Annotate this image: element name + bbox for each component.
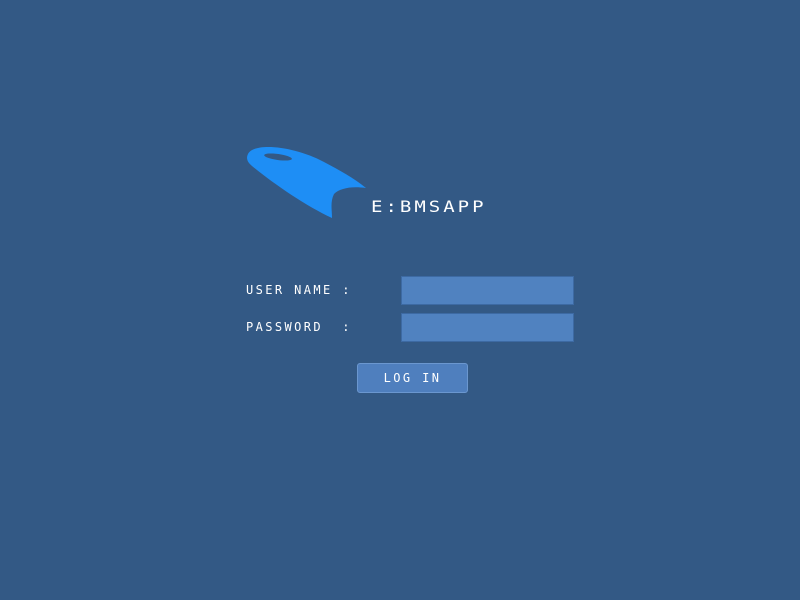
swoosh-logo-icon	[247, 147, 366, 218]
username-label: USER NAME :	[246, 283, 352, 297]
username-input[interactable]	[401, 276, 574, 305]
password-label: PASSWORD :	[246, 320, 352, 334]
app-title: E:BMSAPP	[371, 198, 487, 217]
password-input[interactable]	[401, 313, 574, 342]
login-button[interactable]: LOG IN	[357, 363, 468, 393]
